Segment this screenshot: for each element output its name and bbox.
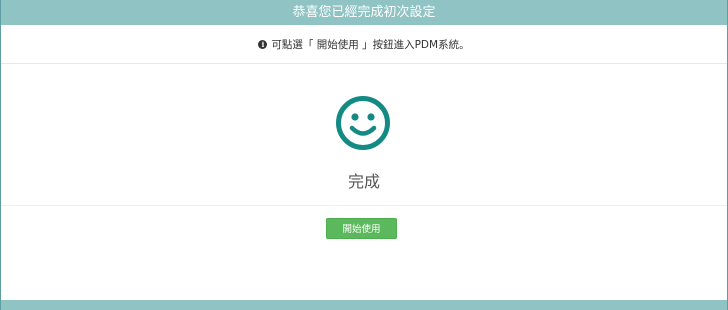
info-message: 可點選「 開始使用 」按鈕進入PDM系統。 — [271, 38, 470, 51]
footer-bar — [1, 300, 727, 310]
info-message-row: i 可點選「 開始使用 」按鈕進入PDM系統。 — [1, 25, 727, 64]
header-bar: 恭喜您已經完成初次設定 — [1, 0, 727, 25]
start-using-pdm-button[interactable]: 開始使用PDM — [326, 218, 397, 254]
divider — [1, 205, 727, 206]
info-circle-icon: i — [258, 39, 268, 49]
setup-complete-panel: 恭喜您已經完成初次設定 i 可點選「 開始使用 」按鈕進入PDM系統。 完成 開… — [0, 0, 728, 310]
page-title: 恭喜您已經完成初次設定 — [292, 5, 436, 20]
completion-status-label: 完成 — [347, 172, 380, 191]
smile-icon — [336, 96, 390, 150]
